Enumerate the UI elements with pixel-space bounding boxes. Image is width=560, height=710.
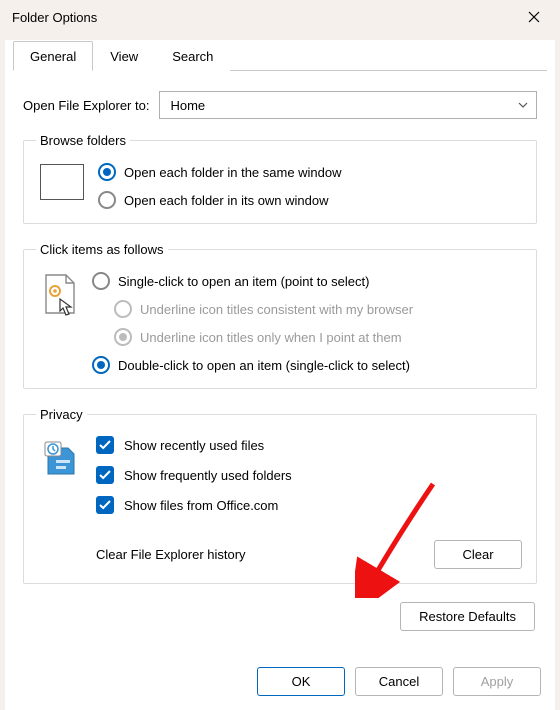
tab-general[interactable]: General	[13, 41, 93, 71]
checkbox-icon	[96, 436, 114, 454]
browse-folders-group: Browse folders Open each folder in the s…	[23, 133, 537, 224]
radio-icon	[114, 300, 132, 318]
folder-window-icon	[40, 164, 84, 200]
window-title: Folder Options	[12, 10, 97, 25]
check-office-files[interactable]: Show files from Office.com	[96, 496, 524, 514]
click-items-legend: Click items as follows	[36, 242, 168, 257]
close-icon	[528, 11, 540, 23]
close-button[interactable]	[514, 3, 554, 31]
checkbox-icon	[96, 466, 114, 484]
tab-view[interactable]: View	[93, 41, 155, 71]
radio-icon	[92, 272, 110, 290]
check-label: Show frequently used folders	[124, 468, 292, 483]
checkbox-icon	[96, 496, 114, 514]
privacy-legend: Privacy	[36, 407, 87, 422]
radio-label: Double-click to open an item (single-cli…	[118, 358, 410, 373]
tab-search[interactable]: Search	[155, 41, 230, 71]
radio-label: Open each folder in its own window	[124, 193, 329, 208]
radio-single-click[interactable]: Single-click to open an item (point to s…	[92, 272, 413, 290]
clear-history-label: Clear File Explorer history	[96, 547, 246, 562]
radio-icon	[98, 163, 116, 181]
radio-label: Underline icon titles only when I point …	[140, 330, 402, 345]
radio-own-window[interactable]: Open each folder in its own window	[98, 191, 342, 209]
radio-label: Open each folder in the same window	[124, 165, 342, 180]
radio-icon	[92, 356, 110, 374]
chevron-down-icon	[518, 102, 528, 108]
check-label: Show recently used files	[124, 438, 264, 453]
privacy-icon	[42, 438, 82, 478]
check-frequent-folders[interactable]: Show frequently used folders	[96, 466, 524, 484]
radio-same-window[interactable]: Open each folder in the same window	[98, 163, 342, 181]
apply-button[interactable]: Apply	[453, 667, 541, 696]
radio-double-click[interactable]: Double-click to open an item (single-cli…	[92, 356, 413, 374]
radio-icon	[114, 328, 132, 346]
file-click-icon	[42, 273, 78, 317]
open-explorer-value: Home	[170, 98, 205, 113]
radio-label: Single-click to open an item (point to s…	[118, 274, 369, 289]
check-label: Show files from Office.com	[124, 498, 278, 513]
radio-underline-point: Underline icon titles only when I point …	[114, 328, 413, 346]
click-items-group: Click items as follows Single-click to o…	[23, 242, 537, 389]
radio-icon	[98, 191, 116, 209]
clear-button[interactable]: Clear	[434, 540, 522, 569]
tabs: General View Search	[13, 40, 547, 71]
radio-label: Underline icon titles consistent with my…	[140, 302, 413, 317]
open-explorer-label: Open File Explorer to:	[23, 98, 149, 113]
check-recent-files[interactable]: Show recently used files	[96, 436, 524, 454]
open-explorer-select[interactable]: Home	[159, 91, 537, 119]
privacy-group: Privacy Show recently used files	[23, 407, 537, 584]
radio-underline-browser: Underline icon titles consistent with my…	[114, 300, 413, 318]
cancel-button[interactable]: Cancel	[355, 667, 443, 696]
restore-defaults-button[interactable]: Restore Defaults	[400, 602, 535, 631]
browse-folders-legend: Browse folders	[36, 133, 130, 148]
ok-button[interactable]: OK	[257, 667, 345, 696]
